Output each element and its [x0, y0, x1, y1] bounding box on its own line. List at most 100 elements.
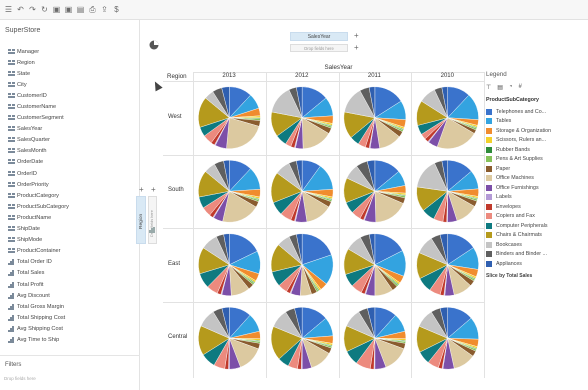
legend-item[interactable]: Storage & Organization: [486, 126, 586, 136]
pie-slice[interactable]: [416, 186, 449, 211]
pie-slice[interactable]: [374, 338, 406, 342]
field-item[interactable]: Total Sales: [8, 268, 138, 279]
pie-slice[interactable]: [221, 264, 232, 296]
legend-item[interactable]: Chairs & Chairmats: [486, 231, 586, 241]
add-row-button[interactable]: +: [139, 186, 144, 194]
pie-slice[interactable]: [214, 160, 230, 192]
redo-icon[interactable]: ↷: [28, 5, 37, 14]
pie-slice[interactable]: [346, 338, 376, 364]
dollar-icon[interactable]: $: [112, 5, 121, 14]
pie-slice[interactable]: [416, 162, 448, 192]
pie-slice[interactable]: [229, 264, 260, 282]
pie-slice[interactable]: [280, 191, 303, 221]
field-item[interactable]: OrderDate: [8, 157, 138, 168]
pie-slice[interactable]: [447, 247, 479, 270]
pie-slice[interactable]: [213, 338, 230, 370]
pie-slice[interactable]: [202, 191, 230, 216]
pie-slice[interactable]: [216, 264, 230, 295]
pie-slice[interactable]: [447, 338, 478, 350]
pie-slice[interactable]: [345, 264, 376, 287]
pie-slice[interactable]: [374, 117, 405, 130]
pie-slice[interactable]: [367, 307, 376, 339]
pie-slice[interactable]: [220, 264, 230, 296]
save-as-icon[interactable]: ▣: [64, 5, 73, 14]
pie-slice[interactable]: [199, 264, 230, 288]
pie-slice[interactable]: [447, 94, 479, 120]
pie-slice[interactable]: [301, 318, 334, 339]
rows-drop-zone[interactable]: Drop fields here: [148, 196, 157, 244]
pie-slice[interactable]: [351, 191, 376, 219]
pie-slice[interactable]: [229, 189, 261, 198]
pie-slice[interactable]: [223, 233, 230, 265]
pie-slice[interactable]: [431, 307, 448, 339]
pie-slice[interactable]: [350, 117, 376, 145]
add-column-button-2[interactable]: +: [354, 44, 359, 52]
pie-slice[interactable]: [289, 264, 303, 294]
field-item[interactable]: ProductName: [8, 212, 138, 223]
pie-slice[interactable]: [345, 191, 376, 213]
pie-slice[interactable]: [447, 171, 479, 192]
pie-slice[interactable]: [447, 191, 478, 207]
pie-slice[interactable]: [374, 233, 403, 266]
pie-slice[interactable]: [441, 338, 448, 370]
pie-slice[interactable]: [434, 160, 448, 192]
pie-slice[interactable]: [301, 264, 319, 293]
legend-item[interactable]: Envelopes: [486, 202, 586, 212]
pie-east-2010[interactable]: [416, 233, 479, 296]
pie-slice[interactable]: [374, 86, 402, 119]
pie-slice[interactable]: [421, 117, 448, 140]
pie-slice[interactable]: [223, 160, 230, 192]
filter-icon[interactable]: ⊤: [486, 84, 491, 91]
pie-slice[interactable]: [302, 191, 332, 208]
pie-slice[interactable]: [302, 191, 333, 201]
pie-slice[interactable]: [427, 338, 448, 369]
pie-slice[interactable]: [290, 191, 303, 222]
pie-slice[interactable]: [441, 160, 448, 192]
pie-slice[interactable]: [288, 87, 303, 118]
pie-slice[interactable]: [278, 338, 303, 367]
pie-slice[interactable]: [347, 237, 376, 266]
pie-slice[interactable]: [447, 117, 477, 134]
pie-slice[interactable]: [301, 264, 327, 290]
pie-central-2010[interactable]: [416, 307, 479, 370]
refresh-icon[interactable]: ↻: [40, 5, 49, 14]
pie-slice[interactable]: [447, 117, 478, 128]
pie-slice[interactable]: [276, 162, 303, 192]
pie-slice[interactable]: [229, 191, 260, 203]
pie-slice[interactable]: [205, 91, 230, 118]
pie-slice[interactable]: [229, 338, 261, 344]
pie-slice[interactable]: [365, 117, 376, 149]
pie-slice[interactable]: [447, 191, 478, 202]
pie-slice[interactable]: [295, 191, 308, 223]
field-item[interactable]: Avg Shipping Cost: [8, 323, 138, 334]
pie-slice[interactable]: [204, 117, 230, 144]
pie-slice[interactable]: [302, 191, 333, 203]
pie-south-2013[interactable]: [198, 160, 261, 223]
pie-slice[interactable]: [290, 117, 303, 149]
pie-slice[interactable]: [200, 311, 230, 339]
pie-slice[interactable]: [374, 190, 404, 223]
pie-slice[interactable]: [447, 338, 478, 349]
pie-slice[interactable]: [228, 314, 260, 339]
pie-slice[interactable]: [229, 264, 250, 296]
pie-slice[interactable]: [301, 190, 330, 223]
pie-slice[interactable]: [374, 264, 399, 287]
pie-slice[interactable]: [439, 307, 448, 339]
field-item[interactable]: State: [8, 68, 138, 79]
pie-slice[interactable]: [447, 264, 476, 282]
add-column-button[interactable]: +: [354, 32, 359, 40]
pie-slice[interactable]: [419, 338, 448, 363]
share-icon[interactable]: ⇪: [100, 5, 109, 14]
pie-slice[interactable]: [418, 311, 449, 339]
pie-slice[interactable]: [229, 107, 261, 118]
pie-slice[interactable]: [446, 191, 448, 223]
pie-slice[interactable]: [447, 117, 478, 129]
field-item[interactable]: Avg Time to Ship: [8, 334, 138, 345]
add-row-button-2[interactable]: +: [151, 186, 156, 194]
pie-slice[interactable]: [346, 165, 376, 192]
field-item[interactable]: ShipMode: [8, 235, 138, 246]
legend-item[interactable]: Office Machines: [486, 174, 586, 184]
pie-slice[interactable]: [286, 264, 303, 294]
pie-slice[interactable]: [447, 264, 471, 296]
pie-slice[interactable]: [447, 86, 470, 119]
